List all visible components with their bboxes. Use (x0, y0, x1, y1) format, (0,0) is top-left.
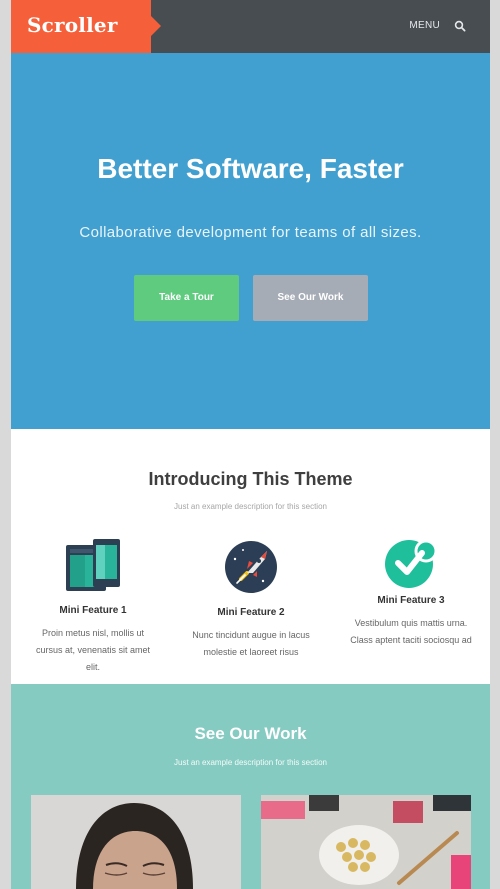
portfolio-thumbnail-desk[interactable] (261, 795, 471, 889)
desk-image (261, 795, 471, 889)
feature-title: Mini Feature 3 (377, 595, 445, 606)
hero-subtitle: Collaborative development for teams of a… (79, 224, 422, 241)
work-description: Just an example description for this sec… (174, 758, 327, 767)
logo[interactable]: Scroller (11, 0, 161, 53)
hero-section: Better Software, Faster Collaborative de… (11, 53, 490, 429)
feature-title: Mini Feature 1 (59, 605, 127, 616)
feature-text: Proin metus nisl, mollis ut cursus at, v… (35, 628, 151, 672)
feature-card-1: Mini Feature 1 Proin metus nisl, mollis … (14, 539, 172, 676)
search-icon[interactable] (454, 20, 466, 32)
see-our-work-button[interactable]: See Our Work (253, 275, 368, 321)
feature-title: Mini Feature 2 (217, 607, 285, 618)
site-header: Scroller MENU (11, 0, 490, 53)
logo-text[interactable]: Scroller (27, 13, 118, 37)
feature-text: Vestibulum quis mattis urna. Class apten… (350, 618, 472, 645)
intro-description: Just an example description for this sec… (174, 502, 327, 511)
portrait-image (31, 795, 241, 889)
intro-section: Introducing This Theme Just an example d… (11, 429, 490, 684)
rocket-icon (225, 541, 277, 593)
feature-card-3: Mini Feature 3 Vestibulum quis mattis ur… (332, 539, 490, 649)
checkmark-badge-icon (385, 539, 438, 588)
work-section: See Our Work Just an example description… (11, 684, 490, 889)
intro-title: Introducing This Theme (148, 469, 353, 489)
feature-text: Nunc tincidunt augue in lacus molestie e… (192, 630, 310, 657)
portfolio-thumbnail-portrait[interactable] (31, 795, 241, 889)
devices-icon (66, 539, 120, 591)
take-a-tour-button[interactable]: Take a Tour (134, 275, 239, 321)
feature-card-2: Mini Feature 2 Nunc tincidunt augue in l… (172, 539, 330, 661)
page: Scroller MENU Better Software, Faster Co… (11, 0, 490, 889)
hero-title: Better Software, Faster (97, 153, 404, 184)
work-title: See Our Work (194, 724, 307, 743)
menu-link[interactable]: MENU (409, 20, 440, 31)
